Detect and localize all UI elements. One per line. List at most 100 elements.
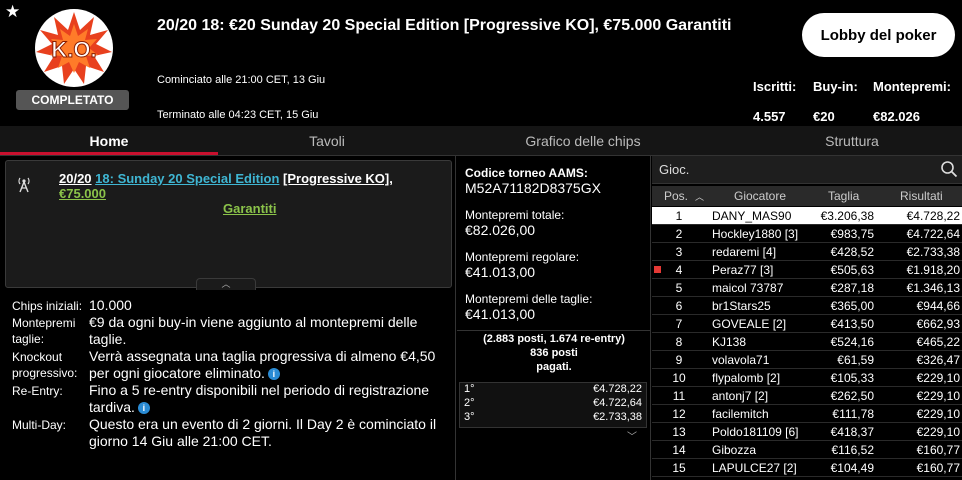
title-part-guaranteed[interactable]: Garantiti [223, 201, 276, 216]
col-bounty[interactable]: Taglia [828, 189, 859, 203]
player-position: 2 [675, 227, 683, 241]
bounty-prizepool-label: Montepremi taglie: [12, 316, 76, 346]
title-part-type[interactable]: [Progressive KO], [283, 171, 393, 186]
tab-tables[interactable]: Tavoli [218, 126, 436, 156]
table-row[interactable]: 15 LAPULCE27 [2] €104,49 €160,77 [652, 459, 962, 477]
table-row[interactable]: 2 Hockley1880 [3] €983,75 €4.722,64 [652, 225, 962, 243]
player-position: 14 [672, 443, 686, 457]
player-name: KJ138 [712, 335, 747, 349]
player-name: antonj7 [2] [712, 389, 769, 403]
player-name: volavola71 [712, 353, 770, 367]
player-result: €944,66 [916, 299, 960, 313]
table-row[interactable]: 1 DANY_MAS90 €3.206,38 €4.728,22 [652, 207, 962, 225]
divider [457, 330, 651, 331]
player-position: 1 [675, 209, 683, 223]
player-result: €1.346,13 [906, 281, 960, 295]
info-icon[interactable]: i [267, 368, 280, 381]
player-name: Poldo181109 [6] [712, 425, 799, 439]
bounty-prizepool-value: €9 da ogni buy-in viene aggiunto al mont… [89, 314, 418, 347]
info-icon[interactable]: i [137, 402, 150, 415]
title-part-name[interactable]: 18: Sunday 20 Special Edition [95, 171, 279, 186]
player-position: 13 [672, 425, 686, 439]
player-name: Gibozza [712, 443, 757, 457]
player-bounty: €524,16 [830, 335, 874, 349]
tab-structure[interactable]: Struttura [742, 126, 962, 156]
progressive-ko-value: Verrà assegnata una taglia progressiva d… [89, 348, 436, 381]
search-label: Gioc. [659, 162, 690, 177]
player-position: 10 [672, 371, 686, 385]
payout-row: 1° €4.728,22 [464, 383, 642, 395]
col-results[interactable]: Risultati [900, 189, 943, 203]
bounty-total-value: €41.013,00 [465, 306, 536, 322]
table-row[interactable]: 10 flypalomb [2] €105,33 €229,10 [652, 369, 962, 387]
title-part-guarantee[interactable]: €75.000 [59, 186, 106, 201]
player-bounty: €104,49 [830, 461, 874, 475]
table-row[interactable]: 14 Gibozza €116,52 €160,77 [652, 441, 962, 459]
table-row[interactable]: 4 Peraz77 [3] €505,63 €1.918,20 [652, 261, 962, 279]
start-time: Cominciato alle 21:00 CET, 13 Giu [157, 74, 326, 86]
paid-seats-text: (2.883 posti, 1.674 re-entry) 836 posti … [483, 333, 625, 373]
poker-lobby-button[interactable]: Lobby del poker [802, 13, 955, 57]
player-result: €229,10 [916, 407, 960, 421]
end-time: Terminato alle 04:23 CET, 15 Giu [157, 109, 319, 121]
table-row[interactable]: 6 br1Stars25 €365,00 €944,66 [652, 297, 962, 315]
collapse-handle[interactable]: ︿ [196, 278, 256, 290]
total-prizepool-value: €82.026,00 [465, 222, 536, 238]
player-name: br1Stars25 [712, 299, 771, 313]
payout-row: 3° €2.733,38 [464, 411, 642, 423]
player-result: €4.722,64 [906, 227, 960, 241]
payout-list[interactable]: 1° €4.728,22 2° €4.722,64 3° €2.733,38 [459, 382, 647, 428]
table-row[interactable]: 11 antonj7 [2] €262,50 €229,10 [652, 387, 962, 405]
player-position: 9 [675, 353, 683, 367]
player-result: €4.728,22 [906, 209, 960, 223]
player-search-bar[interactable]: Gioc. [652, 156, 962, 184]
player-bounty: €262,50 [830, 389, 874, 403]
player-result: €229,10 [916, 425, 960, 439]
player-position: 3 [675, 245, 683, 259]
aams-code-value: M52A71182D8375GX [465, 180, 601, 196]
regular-prizepool-label: Montepremi regolare: [465, 250, 580, 264]
status-badge: COMPLETATO [16, 90, 129, 110]
sort-asc-icon[interactable]: ︿ [695, 190, 704, 203]
player-bounty: €105,33 [830, 371, 874, 385]
players-panel: Gioc. Pos. ︿ Giocatore Taglia Risultati … [652, 156, 962, 480]
tab-chip-graph[interactable]: Grafico delle chips [470, 126, 696, 156]
player-bounty: €983,75 [830, 227, 874, 241]
player-bounty: €505,63 [830, 263, 874, 277]
player-name: facilemitch [712, 407, 769, 421]
table-row[interactable]: 7 GOVEALE [2] €413,50 €662,93 [652, 315, 962, 333]
player-bounty: €116,52 [831, 443, 875, 457]
starting-chips-value: 10.000 [89, 297, 132, 313]
chevron-down-icon[interactable]: ﹀ [627, 428, 637, 443]
table-row[interactable]: 5 maicol 73787 €287,18 €1.346,13 [652, 279, 962, 297]
flag-marker-icon [654, 266, 661, 273]
tournament-header: ★ K.O. COMPLETATO 20/20 18: €20 Sunday 2… [0, 0, 962, 126]
reentry-label: Re-Entry: [12, 384, 63, 398]
tournament-full-title: 20/20 18: Sunday 20 Special Edition [Pro… [59, 171, 439, 216]
search-icon[interactable] [940, 160, 958, 178]
player-bounty: €287,18 [830, 281, 874, 295]
table-row[interactable]: 12 facilemitch €111,78 €229,10 [652, 405, 962, 423]
tournament-title: 20/20 18: €20 Sunday 20 Special Edition … [157, 17, 732, 34]
bounty-total-label: Montepremi delle taglie: [465, 292, 593, 306]
player-bounty: €61,59 [837, 353, 874, 367]
table-row[interactable]: 13 Poldo181109 [6] €418,37 €229,10 [652, 423, 962, 441]
col-position[interactable]: Pos. [664, 189, 688, 203]
table-row[interactable]: 9 volavola71 €61,59 €326,47 [652, 351, 962, 369]
player-result: €465,22 [916, 335, 960, 349]
player-result: €229,10 [916, 371, 960, 385]
player-position: 8 [675, 335, 683, 349]
favorite-star-icon[interactable]: ★ [5, 3, 20, 20]
player-bounty: €111,78 [832, 407, 874, 421]
player-bounty: €365,00 [830, 299, 874, 313]
col-player[interactable]: Giocatore [734, 189, 786, 203]
player-name: Peraz77 [3] [712, 263, 774, 277]
player-bounty: €418,37 [830, 425, 874, 439]
player-name: Hockley1880 [3] [712, 227, 799, 241]
tab-bar: Home Tavoli Grafico delle chips Struttur… [0, 126, 962, 156]
table-row[interactable]: 8 KJ138 €524,16 €465,22 [652, 333, 962, 351]
player-bounty: €3.206,38 [820, 209, 874, 223]
tournament-info-panel: 20/20 18: Sunday 20 Special Edition [Pro… [0, 156, 456, 480]
table-row[interactable]: 3 redaremi [4] €428,52 €2.733,38 [652, 243, 962, 261]
title-part-number[interactable]: 20/20 [59, 171, 92, 186]
